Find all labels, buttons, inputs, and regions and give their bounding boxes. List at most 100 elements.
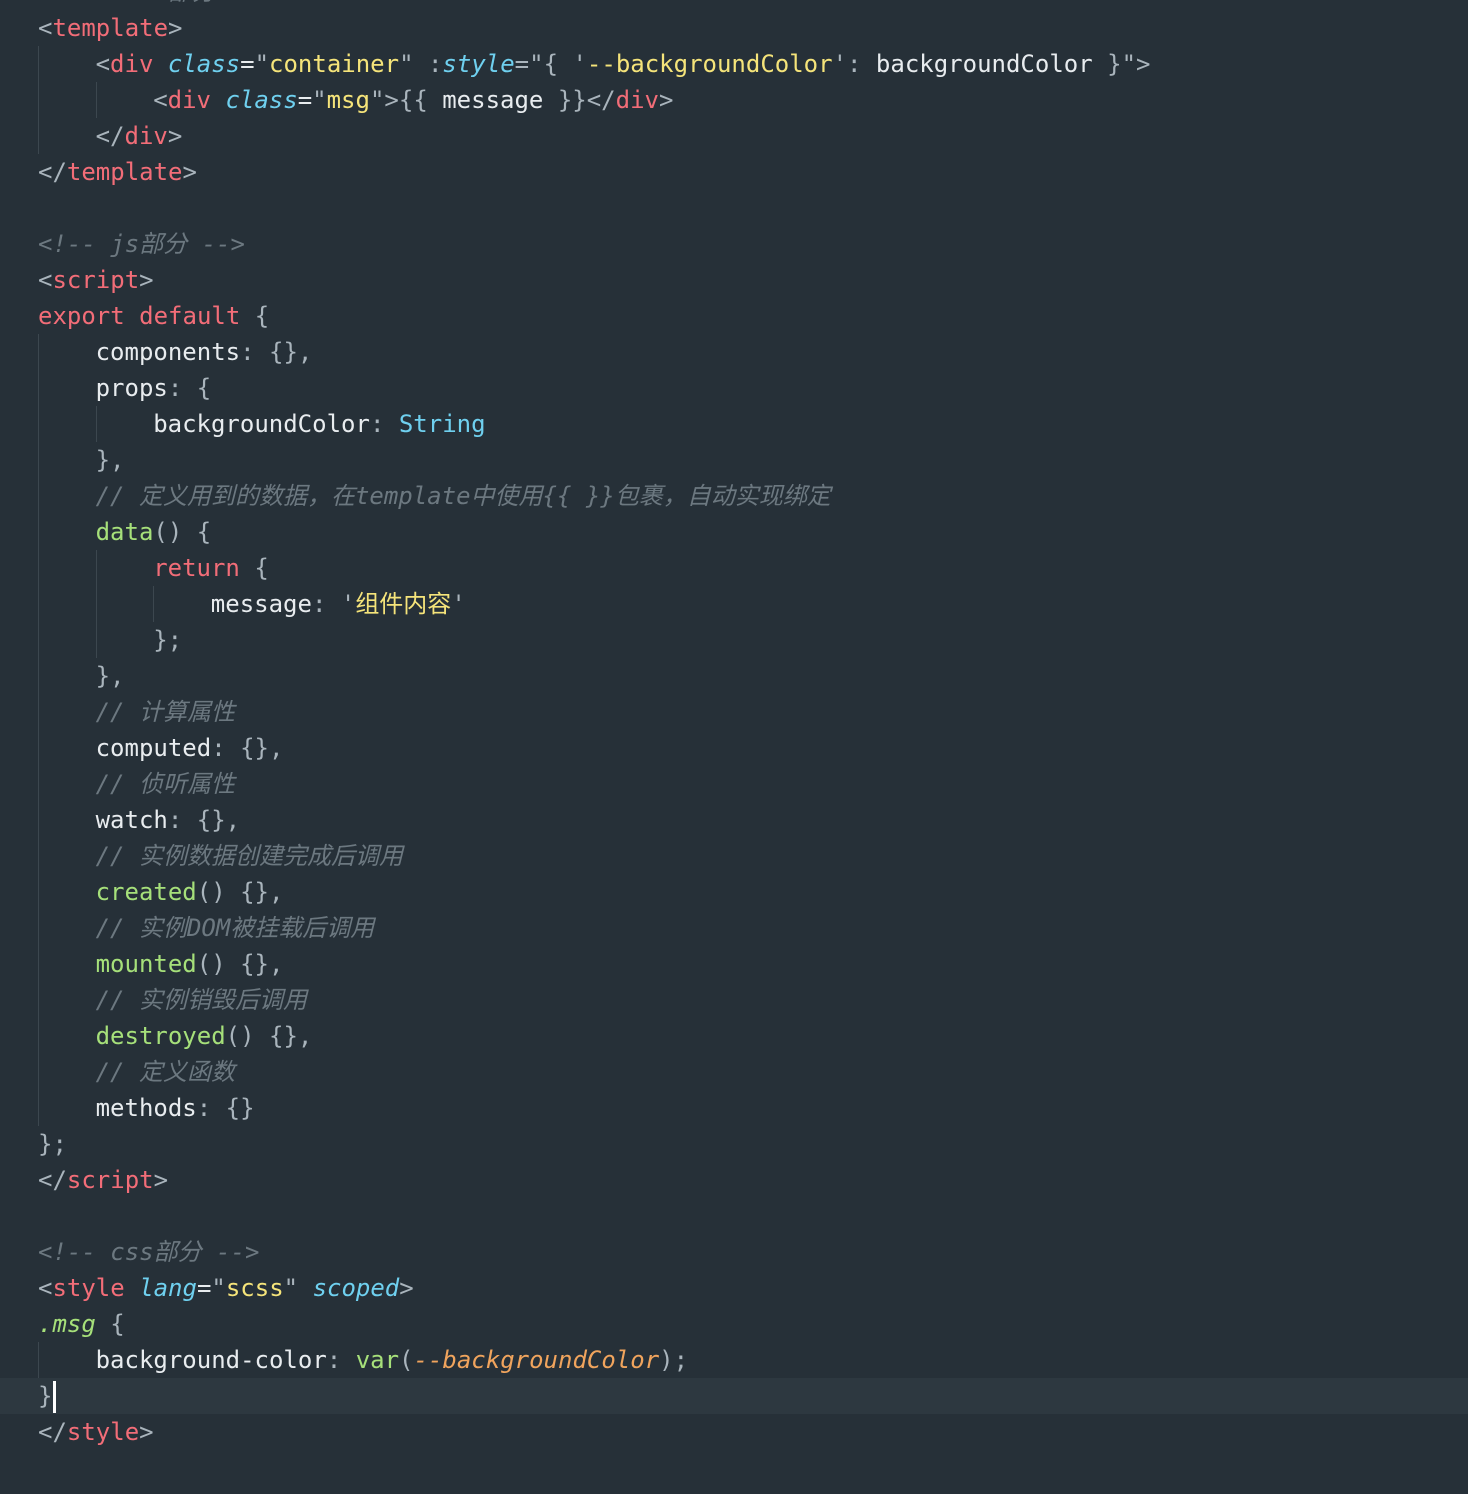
- indent-guide: [95, 406, 97, 442]
- code-token: () {},: [196, 878, 284, 906]
- code-token: <: [153, 86, 168, 114]
- code-token: var: [355, 1346, 400, 1374]
- code-line[interactable]: [0, 1198, 1468, 1234]
- code-token: script: [66, 1166, 154, 1194]
- indent-guide: [38, 586, 39, 622]
- code-token: // 计算属性: [95, 698, 235, 726]
- code-token: computed: [95, 734, 212, 762]
- code-token: created: [95, 878, 197, 906]
- code-line[interactable]: <template>: [0, 10, 1468, 46]
- code-line-text: </template>: [38, 158, 197, 186]
- text-cursor: [53, 1381, 57, 1413]
- code-line[interactable]: // 侦听属性: [0, 766, 1468, 802]
- indent-guide: [38, 1090, 39, 1126]
- code-line[interactable]: // 实例销毁后调用: [0, 982, 1468, 1018]
- code-token: };: [38, 1130, 67, 1158]
- code-line[interactable]: [0, 190, 1468, 226]
- code-line-text: // 定义用到的数据，在template中使用{{ }}包裹，自动实现绑定: [38, 482, 831, 510]
- code-token: 组件内容: [355, 590, 452, 618]
- code-line[interactable]: },: [0, 658, 1468, 694]
- indent-guide: [38, 1018, 39, 1054]
- code-line[interactable]: <div class="container" :style="{ '--back…: [0, 46, 1468, 82]
- code-line[interactable]: .msg {: [0, 1306, 1468, 1342]
- code-line-text: computed: {},: [38, 734, 284, 762]
- code-token: message: [210, 590, 312, 618]
- code-line[interactable]: data() {: [0, 514, 1468, 550]
- code-line[interactable]: watch: {},: [0, 802, 1468, 838]
- code-token: // 定义用到的数据，在template中使用{{ }}包裹，自动实现绑定: [95, 482, 831, 510]
- code-token: },: [95, 662, 125, 690]
- code-line[interactable]: destroyed() {},: [0, 1018, 1468, 1054]
- code-token: msg: [326, 86, 370, 114]
- code-line[interactable]: backgroundColor: String: [0, 406, 1468, 442]
- code-token: >: [153, 1166, 169, 1194]
- code-line[interactable]: // 定义函数: [0, 1054, 1468, 1090]
- code-line[interactable]: return {: [0, 550, 1468, 586]
- code-token: :: [427, 50, 443, 78]
- code-line-text: <template>: [38, 14, 183, 42]
- code-line[interactable]: };: [0, 622, 1468, 658]
- code-line[interactable]: computed: {},: [0, 730, 1468, 766]
- code-line-text: backgroundColor: String: [38, 410, 485, 438]
- code-token: return: [153, 554, 240, 582]
- code-line[interactable]: <!-- css部分 -->: [0, 1234, 1468, 1270]
- code-token: scoped: [312, 1274, 400, 1302]
- code-line[interactable]: <!-- js部分 -->: [0, 226, 1468, 262]
- code-line[interactable]: </div>: [0, 118, 1468, 154]
- code-token: template: [52, 14, 169, 42]
- code-token: background-color: [95, 1346, 327, 1374]
- code-token: }}</: [543, 86, 616, 114]
- code-token: : {}: [196, 1094, 255, 1122]
- code-line[interactable]: <style lang="scss" scoped>: [0, 1270, 1468, 1306]
- code-line[interactable]: // 定义用到的数据，在template中使用{{ }}包裹，自动实现绑定: [0, 478, 1468, 514]
- code-line-text: components: {},: [38, 338, 313, 366]
- code-line[interactable]: export default {: [0, 298, 1468, 334]
- indent-guide: [38, 982, 39, 1018]
- code-line[interactable]: }: [0, 1378, 1468, 1414]
- code-line[interactable]: // 实例数据创建完成后调用: [0, 838, 1468, 874]
- code-line[interactable]: created() {},: [0, 874, 1468, 910]
- code-token: );: [659, 1346, 689, 1374]
- code-line[interactable]: </template>: [0, 154, 1468, 190]
- code-token: div: [110, 50, 154, 78]
- indent-guide: [38, 82, 39, 118]
- code-token: : {},: [211, 734, 284, 762]
- code-token: <!-- css部分 -->: [38, 1238, 260, 1266]
- code-token: </: [95, 122, 125, 150]
- code-token: div: [615, 86, 659, 114]
- code-editor[interactable]: <!-- html部分 --><template><div class="con…: [0, 0, 1468, 1450]
- code-line[interactable]: };: [0, 1126, 1468, 1162]
- code-line[interactable]: <div class="msg">{{ message }}</div>: [0, 82, 1468, 118]
- code-line[interactable]: methods: {}: [0, 1090, 1468, 1126]
- code-line[interactable]: </script>: [0, 1162, 1468, 1198]
- code-token: container: [269, 50, 400, 78]
- code-token: watch: [95, 806, 168, 834]
- code-token: ": [254, 50, 270, 78]
- code-token: template: [66, 158, 183, 186]
- code-line-text: // 计算属性: [38, 698, 235, 726]
- code-line[interactable]: mounted() {},: [0, 946, 1468, 982]
- code-token: </: [38, 1166, 67, 1194]
- code-line[interactable]: message: '组件内容': [0, 586, 1468, 622]
- code-token: message: [442, 86, 544, 114]
- code-line[interactable]: // 实例DOM被挂载后调用: [0, 910, 1468, 946]
- code-token: ": [369, 86, 385, 114]
- code-line[interactable]: <!-- html部分 -->: [0, 0, 1468, 10]
- indent-guide: [38, 1054, 39, 1090]
- indent-guide: [38, 514, 39, 550]
- code-line[interactable]: background-color: var(--backgroundColor)…: [0, 1342, 1468, 1378]
- code-line[interactable]: </style>: [0, 1414, 1468, 1450]
- code-line[interactable]: <script>: [0, 262, 1468, 298]
- indent-guide: [38, 766, 39, 802]
- code-line[interactable]: components: {},: [0, 334, 1468, 370]
- code-line-text: <div class="container" :style="{ '--back…: [38, 50, 1151, 78]
- code-line[interactable]: props: {: [0, 370, 1468, 406]
- code-line[interactable]: // 计算属性: [0, 694, 1468, 730]
- code-line[interactable]: },: [0, 442, 1468, 478]
